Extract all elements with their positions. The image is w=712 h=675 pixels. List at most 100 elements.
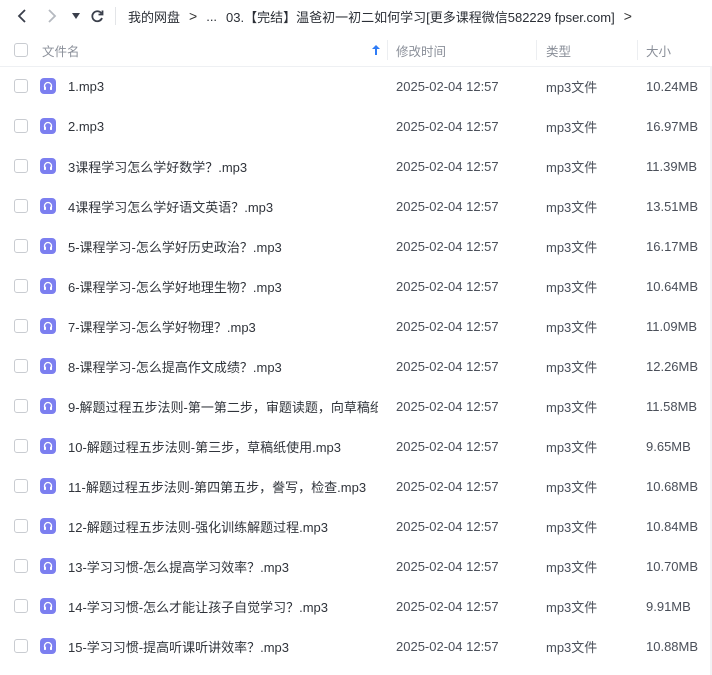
file-type: mp3文件	[546, 279, 598, 295]
file-name[interactable]: 10-解题过程五步法则-第三步，草稿纸使用.mp3	[68, 426, 378, 466]
file-type: mp3文件	[546, 319, 598, 335]
row-checkbox[interactable]	[14, 386, 28, 426]
file-row[interactable]: 6-课程学习-怎么学好地理生物？.mp3 2025-02-04 12:57 mp3文…	[0, 266, 712, 306]
file-row[interactable]: 12-解题过程五步法则-强化训练解题过程.mp3 2025-02-04 12:57…	[0, 506, 712, 546]
row-checkbox[interactable]	[14, 626, 28, 666]
row-checkbox[interactable]	[14, 186, 28, 226]
file-name[interactable]: 5-课程学习-怎么学好历史政治？.mp3	[68, 226, 378, 266]
file-modified-time: 2025-02-04 12:57	[396, 278, 499, 294]
select-all-checkbox[interactable]	[14, 34, 28, 66]
file-list: 1.mp3 2025-02-04 12:57 mp3文件 10.24MB 2.mp3 20…	[0, 66, 712, 666]
file-name[interactable]: 6-课程学习-怎么学好地理生物？.mp3	[68, 266, 378, 306]
audio-file-icon	[40, 106, 56, 146]
audio-file-icon	[40, 66, 56, 106]
row-checkbox[interactable]	[14, 346, 28, 386]
audio-file-icon	[40, 586, 56, 626]
file-size: 16.97MB	[646, 118, 699, 134]
row-checkbox[interactable]	[14, 146, 28, 186]
file-modified-time: 2025-02-04 12:57	[396, 358, 499, 374]
sort-ascending-icon[interactable]	[372, 34, 380, 66]
file-row[interactable]: 9-解题过程五步法则-第一第二步，审题读题，向草稿纸... 2025-02-04 …	[0, 386, 712, 426]
audio-file-icon	[40, 346, 56, 386]
file-row[interactable]: 14-学习习惯-怎么才能让孩子自觉学习？.mp3 2025-02-04 12:57…	[0, 586, 712, 626]
file-name[interactable]: 7-课程学习-怎么学好物理？.mp3	[68, 306, 378, 346]
file-name[interactable]: 13-学习习惯-怎么提高学习效率？.mp3	[68, 546, 378, 586]
file-type: mp3文件	[546, 519, 598, 535]
file-type: mp3文件	[546, 639, 598, 655]
file-size: 9.65MB	[646, 438, 691, 454]
file-row[interactable]: 7-课程学习-怎么学好物理？.mp3 2025-02-04 12:57 mp3文件 1…	[0, 306, 712, 346]
file-size: 10.84MB	[646, 518, 699, 534]
file-size: 13.51MB	[646, 198, 699, 214]
file-modified-time: 2025-02-04 12:57	[396, 518, 499, 534]
file-name[interactable]: 8-课程学习-怎么提高作文成绩？.mp3	[68, 346, 378, 386]
file-name[interactable]: 15-学习习惯-提高听课听讲效率？.mp3	[68, 626, 378, 666]
column-header-name[interactable]: 文件名	[42, 34, 80, 66]
column-divider[interactable]	[387, 40, 388, 60]
file-size: 10.70MB	[646, 558, 699, 574]
row-checkbox[interactable]	[14, 106, 28, 146]
file-modified-time: 2025-02-04 12:57	[396, 198, 499, 214]
file-name[interactable]: 9-解题过程五步法则-第一第二步，审题读题，向草稿纸...	[68, 386, 378, 426]
chevron-right-icon[interactable]: >	[624, 8, 632, 24]
file-name[interactable]: 12-解题过程五步法则-强化训练解题过程.mp3	[68, 506, 378, 546]
file-row[interactable]: 15-学习习惯-提高听课听讲效率？.mp3 2025-02-04 12:57 mp3…	[0, 626, 712, 666]
file-size: 10.68MB	[646, 478, 699, 494]
file-row[interactable]: 3课程学习怎么学好数学？.mp3 2025-02-04 12:57 mp3文件 11.…	[0, 146, 712, 186]
file-row[interactable]: 13-学习习惯-怎么提高学习效率？.mp3 2025-02-04 12:57 mp3…	[0, 546, 712, 586]
breadcrumb-current-folder[interactable]: 03.【完结】温爸初一初二如何学习[更多课程微信582229 fpser.com…	[226, 7, 615, 26]
file-modified-time: 2025-02-04 12:57	[396, 478, 499, 494]
file-name[interactable]: 3课程学习怎么学好数学？.mp3	[68, 146, 378, 186]
file-row[interactable]: 11-解题过程五步法则-第四第五步，誊写，检查.mp3 2025-02-04 12…	[0, 466, 712, 506]
row-checkbox[interactable]	[14, 586, 28, 626]
file-modified-time: 2025-02-04 12:57	[396, 78, 499, 94]
row-checkbox[interactable]	[14, 226, 28, 266]
file-name[interactable]: 4课程学习怎么学好语文英语？.mp3	[68, 186, 378, 226]
forward-arrow-icon[interactable]	[40, 0, 64, 32]
audio-file-icon	[40, 626, 56, 666]
file-size: 9.91MB	[646, 598, 691, 614]
file-type: mp3文件	[546, 199, 598, 215]
column-divider[interactable]	[536, 40, 537, 60]
row-checkbox[interactable]	[14, 506, 28, 546]
file-row[interactable]: 1.mp3 2025-02-04 12:57 mp3文件 10.24MB	[0, 66, 712, 106]
column-divider[interactable]	[637, 40, 638, 60]
file-name[interactable]: 11-解题过程五步法则-第四第五步，誊写，检查.mp3	[68, 466, 378, 506]
file-modified-time: 2025-02-04 12:57	[396, 558, 499, 574]
file-row[interactable]: 8-课程学习-怎么提高作文成绩？.mp3 2025-02-04 12:57 mp3文…	[0, 346, 712, 386]
breadcrumb-root[interactable]: 我的网盘	[128, 7, 180, 26]
file-row[interactable]: 4课程学习怎么学好语文英语？.mp3 2025-02-04 12:57 mp3文件 1…	[0, 186, 712, 226]
row-checkbox[interactable]	[14, 546, 28, 586]
breadcrumb: 我的网盘 > ... 03.【完结】温爸初一初二如何学习[更多课程微信58222…	[128, 0, 641, 32]
column-header-type[interactable]: 类型	[546, 34, 571, 66]
file-row[interactable]: 5-课程学习-怎么学好历史政治？.mp3 2025-02-04 12:57 mp3文…	[0, 226, 712, 266]
row-checkbox[interactable]	[14, 66, 28, 106]
breadcrumb-ellipsis[interactable]: ...	[206, 9, 217, 24]
file-size: 12.26MB	[646, 358, 699, 374]
file-size: 11.09MB	[646, 318, 698, 334]
file-row[interactable]: 10-解题过程五步法则-第三步，草稿纸使用.mp3 2025-02-04 12:5…	[0, 426, 712, 466]
file-name[interactable]: 14-学习习惯-怎么才能让孩子自觉学习？.mp3	[68, 586, 378, 626]
file-row[interactable]: 2.mp3 2025-02-04 12:57 mp3文件 16.97MB	[0, 106, 712, 146]
history-dropdown-icon[interactable]	[68, 0, 84, 32]
file-modified-time: 2025-02-04 12:57	[396, 238, 499, 254]
file-modified-time: 2025-02-04 12:57	[396, 438, 499, 454]
file-name[interactable]: 2.mp3	[68, 106, 378, 146]
file-type: mp3文件	[546, 599, 598, 615]
audio-file-icon	[40, 506, 56, 546]
file-size: 10.88MB	[646, 638, 699, 654]
divider	[115, 7, 116, 25]
row-checkbox[interactable]	[14, 466, 28, 506]
row-checkbox[interactable]	[14, 306, 28, 346]
refresh-icon[interactable]	[86, 0, 108, 32]
column-header-size[interactable]: 大小	[646, 34, 671, 66]
row-checkbox[interactable]	[14, 426, 28, 466]
back-arrow-icon[interactable]	[10, 0, 34, 32]
row-checkbox[interactable]	[14, 266, 28, 306]
file-size: 11.58MB	[646, 398, 698, 414]
column-header-modified[interactable]: 修改时间	[396, 34, 446, 66]
file-type: mp3文件	[546, 79, 598, 95]
file-size: 10.64MB	[646, 278, 699, 294]
file-name[interactable]: 1.mp3	[68, 66, 378, 106]
file-modified-time: 2025-02-04 12:57	[396, 118, 499, 134]
